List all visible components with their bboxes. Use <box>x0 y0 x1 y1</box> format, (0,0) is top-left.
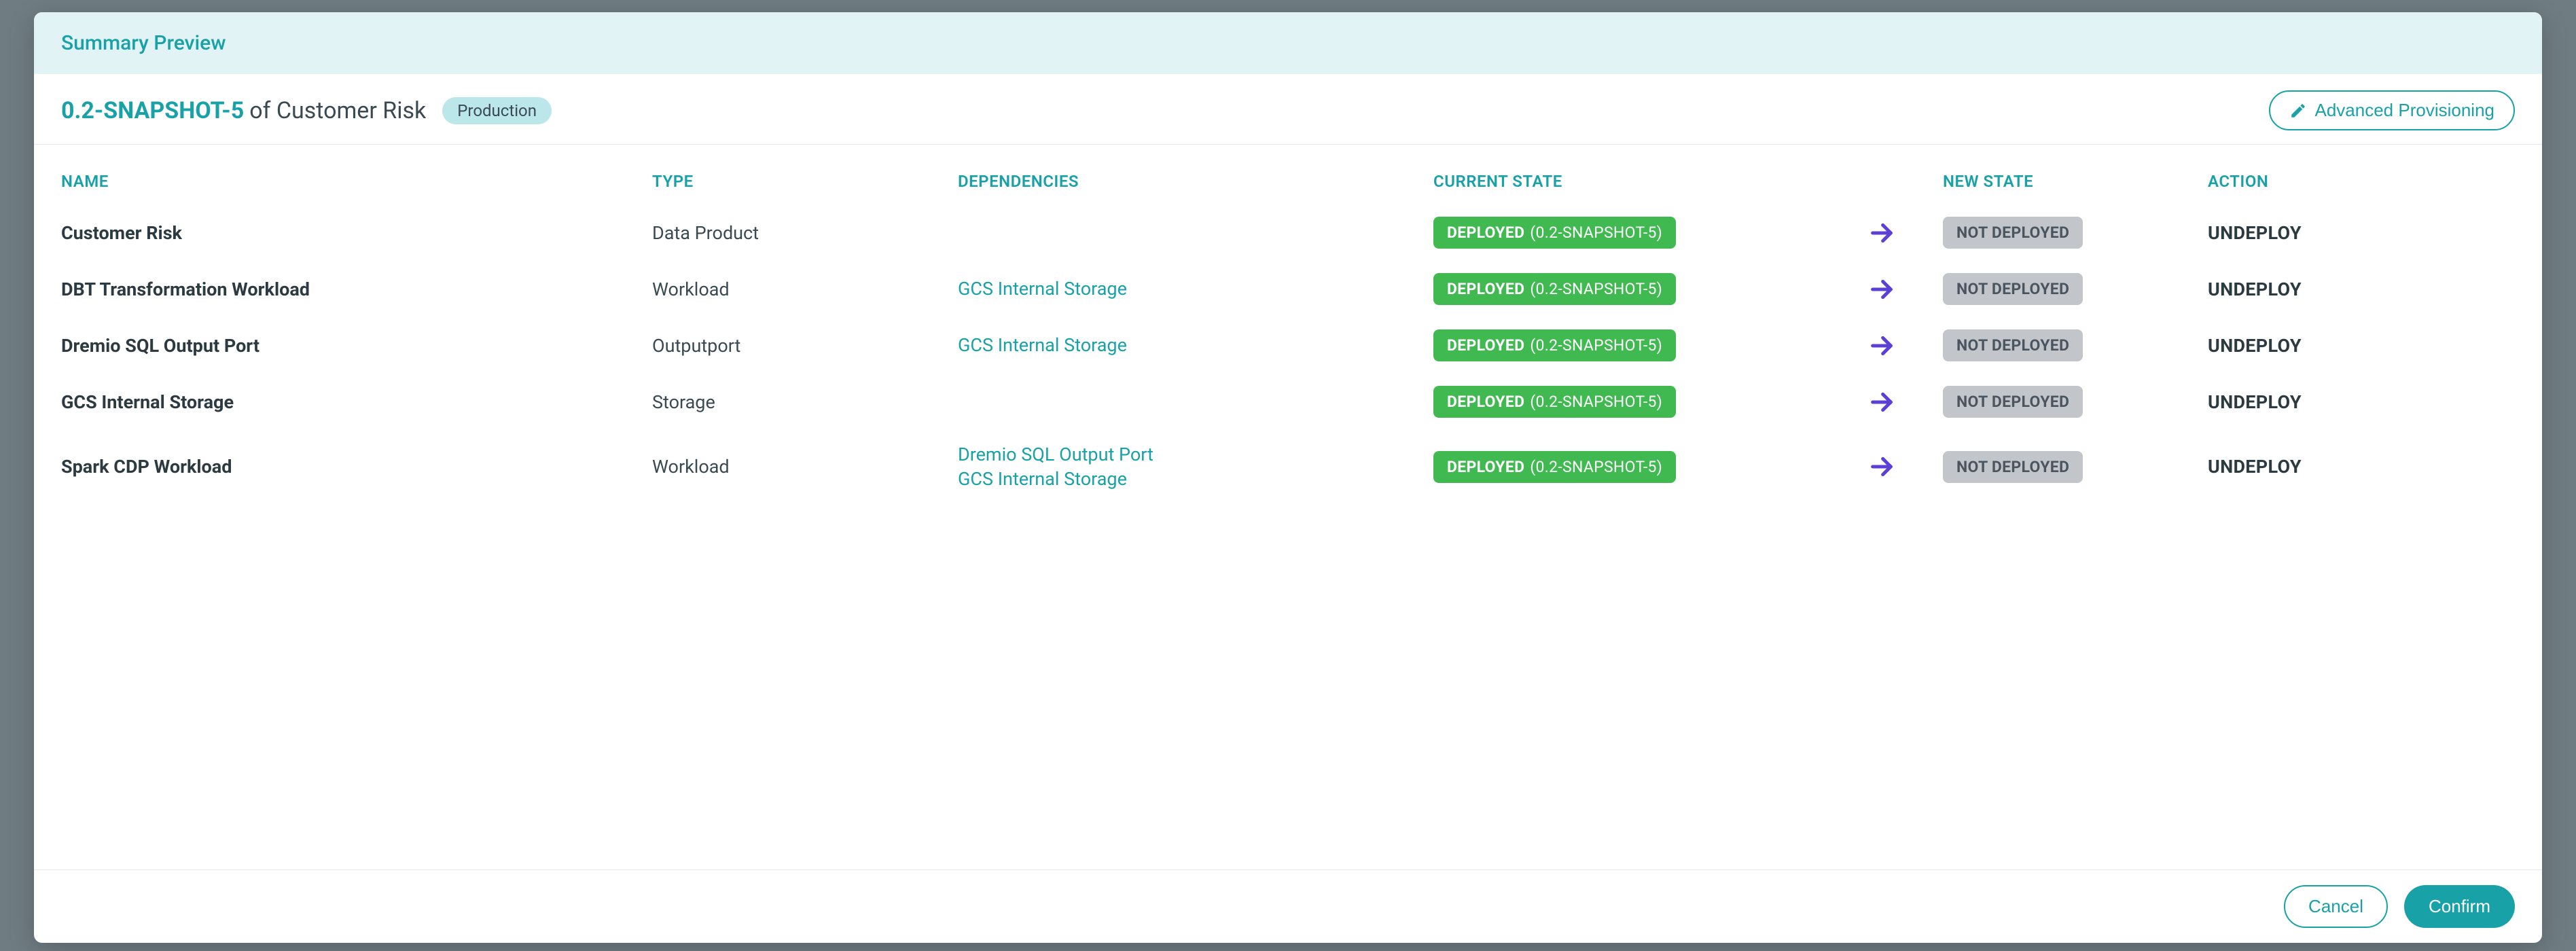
arrow-right-icon <box>1868 207 1943 259</box>
col-new-state: NEW STATE <box>1943 145 2208 204</box>
cancel-button[interactable]: Cancel <box>2284 885 2388 928</box>
dependency-link[interactable]: GCS Internal Storage <box>958 333 1433 357</box>
row-dependencies: GCS Internal Storage <box>958 321 1433 370</box>
row-action: UNDEPLOY <box>2208 379 2515 425</box>
arrow-right-icon <box>1868 376 1943 428</box>
title-entity: Customer Risk <box>276 97 426 124</box>
not-deployed-badge: NOT DEPLOYED <box>1943 386 2083 418</box>
row-new-state: NOT DEPLOYED <box>1943 374 2208 430</box>
row-current-state: DEPLOYED (0.2-SNAPSHOT-5) <box>1433 204 1868 261</box>
row-name: Dremio SQL Output Port <box>61 323 652 369</box>
modal-footer: Cancel Confirm <box>34 869 2542 943</box>
advanced-provisioning-label: Advanced Provisioning <box>2315 100 2495 121</box>
dependency-link[interactable]: Dremio SQL Output Port <box>958 442 1433 467</box>
col-type: TYPE <box>652 145 958 204</box>
not-deployed-badge: NOT DEPLOYED <box>1943 329 2083 361</box>
row-dependencies: GCS Internal Storage <box>958 264 1433 313</box>
confirm-button[interactable]: Confirm <box>2404 885 2515 928</box>
row-name: Spark CDP Workload <box>61 444 652 490</box>
deployed-badge: DEPLOYED (0.2-SNAPSHOT-5) <box>1433 217 1676 249</box>
provisioning-table: NAMETYPEDEPENDENCIESCURRENT STATE NEW STA… <box>34 145 2542 869</box>
modal-header: Summary Preview <box>34 12 2542 74</box>
row-dependencies: Dremio SQL Output PortGCS Internal Stora… <box>958 430 1433 504</box>
row-new-state: NOT DEPLOYED <box>1943 439 2208 495</box>
row-name: GCS Internal Storage <box>61 379 652 425</box>
title-of-word: of <box>249 97 270 124</box>
environment-pill: Production <box>442 97 552 124</box>
modal-title: Summary Preview <box>61 31 226 55</box>
row-new-state: NOT DEPLOYED <box>1943 261 2208 317</box>
version-label: 0.2-SNAPSHOT-5 <box>61 97 244 124</box>
row-current-state: DEPLOYED (0.2-SNAPSHOT-5) <box>1433 439 1868 495</box>
dependency-link[interactable]: GCS Internal Storage <box>958 276 1433 301</box>
deployed-badge: DEPLOYED (0.2-SNAPSHOT-5) <box>1433 451 1676 483</box>
row-type: Workload <box>652 266 958 312</box>
not-deployed-badge: NOT DEPLOYED <box>1943 451 2083 483</box>
badge-version: (0.2-SNAPSHOT-5) <box>1530 458 1662 476</box>
row-new-state: NOT DEPLOYED <box>1943 204 2208 261</box>
summary-preview-modal: Summary Preview 0.2-SNAPSHOT-5 of Custom… <box>34 12 2542 943</box>
arrow-right-icon <box>1868 441 1943 492</box>
row-type: Storage <box>652 379 958 425</box>
badge-state: DEPLOYED <box>1447 393 1524 411</box>
row-current-state: DEPLOYED (0.2-SNAPSHOT-5) <box>1433 374 1868 430</box>
col-current-state: CURRENT STATE <box>1433 145 1868 204</box>
badge-version: (0.2-SNAPSHOT-5) <box>1530 223 1662 242</box>
badge-state: DEPLOYED <box>1447 336 1524 355</box>
row-action: UNDEPLOY <box>2208 266 2515 312</box>
row-action: UNDEPLOY <box>2208 210 2515 256</box>
badge-version: (0.2-SNAPSHOT-5) <box>1530 393 1662 411</box>
row-action: UNDEPLOY <box>2208 323 2515 369</box>
deployed-badge: DEPLOYED (0.2-SNAPSHOT-5) <box>1433 329 1676 361</box>
row-type: Workload <box>652 444 958 490</box>
arrow-right-icon <box>1868 320 1943 372</box>
row-dependencies <box>958 390 1433 414</box>
row-name: DBT Transformation Workload <box>61 266 652 312</box>
row-dependencies <box>958 221 1433 245</box>
arrow-right-icon <box>1868 264 1943 315</box>
deployed-badge: DEPLOYED (0.2-SNAPSHOT-5) <box>1433 386 1676 418</box>
badge-version: (0.2-SNAPSHOT-5) <box>1530 280 1662 298</box>
row-current-state: DEPLOYED (0.2-SNAPSHOT-5) <box>1433 317 1868 374</box>
col-dependencies: DEPENDENCIES <box>958 145 1433 204</box>
deployed-badge: DEPLOYED (0.2-SNAPSHOT-5) <box>1433 273 1676 305</box>
advanced-provisioning-button[interactable]: Advanced Provisioning <box>2269 90 2516 130</box>
dependency-link[interactable]: GCS Internal Storage <box>958 467 1433 491</box>
row-name: Customer Risk <box>61 210 652 256</box>
row-new-state: NOT DEPLOYED <box>1943 317 2208 374</box>
not-deployed-badge: NOT DEPLOYED <box>1943 217 2083 249</box>
row-current-state: DEPLOYED (0.2-SNAPSHOT-5) <box>1433 261 1868 317</box>
col-arrow <box>1868 154 1943 195</box>
row-type: Data Product <box>652 210 958 256</box>
title-of: of Customer Risk <box>249 97 426 124</box>
title-bar: 0.2-SNAPSHOT-5 of Customer Risk Producti… <box>34 74 2542 145</box>
col-action: ACTION <box>2208 145 2515 204</box>
pencil-icon <box>2289 102 2307 120</box>
badge-state: DEPLOYED <box>1447 223 1524 242</box>
row-type: Outputport <box>652 323 958 369</box>
badge-state: DEPLOYED <box>1447 458 1524 476</box>
col-name: NAME <box>61 145 652 204</box>
not-deployed-badge: NOT DEPLOYED <box>1943 273 2083 305</box>
badge-state: DEPLOYED <box>1447 280 1524 298</box>
row-action: UNDEPLOY <box>2208 444 2515 490</box>
badge-version: (0.2-SNAPSHOT-5) <box>1530 336 1662 355</box>
